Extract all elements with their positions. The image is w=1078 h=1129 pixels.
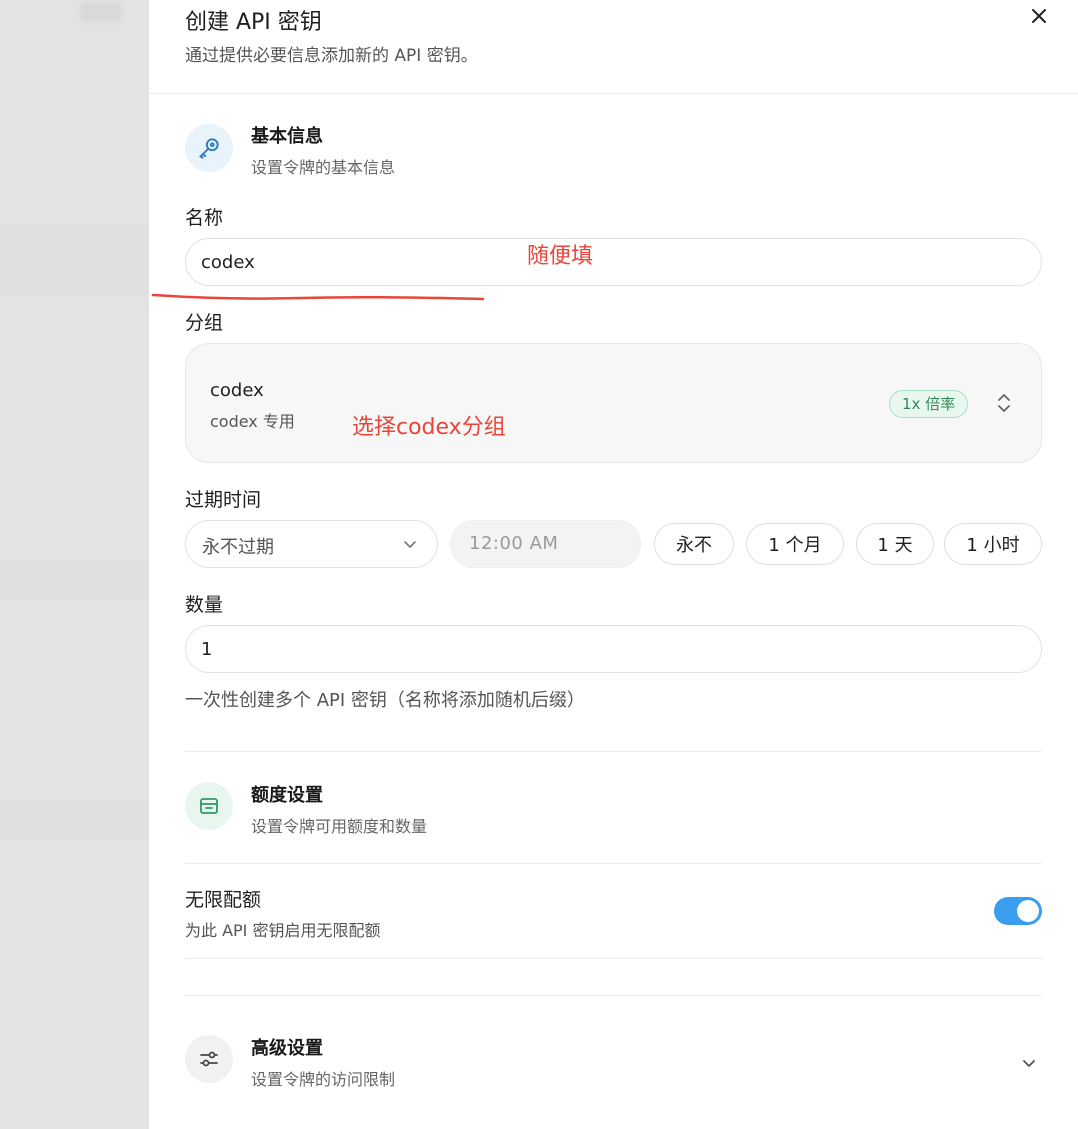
unlimited-quota-label: 无限配额 (185, 889, 262, 911)
quota-section-title: 额度设置 (251, 785, 323, 806)
unlimited-quota-desc: 为此 API 密钥启用无限配额 (185, 921, 381, 940)
group-selected-name: codex (210, 380, 264, 401)
quantity-hint: 一次性创建多个 API 密钥（名称将添加随机后缀） (185, 690, 585, 711)
section-divider (185, 863, 1042, 864)
expiry-time-field[interactable]: 12:00 AM (450, 520, 641, 568)
basic-section-icon-wrap (185, 124, 233, 172)
unlimited-quota-toggle[interactable] (994, 897, 1042, 925)
group-selected-desc: codex 专用 (210, 412, 295, 431)
expiry-select-value: 永不过期 (202, 537, 274, 558)
chevron-down-icon (404, 541, 416, 548)
quick-option-never[interactable]: 永不 (654, 523, 734, 565)
annotation-group-note: 选择codex分组 (352, 415, 506, 440)
chevron-up-down-icon (998, 394, 1010, 412)
group-select[interactable]: codex codex 专用 1x 倍率 (185, 343, 1042, 463)
basic-section-title: 基本信息 (251, 126, 323, 147)
quantity-input[interactable] (185, 625, 1042, 673)
sliders-icon (200, 1051, 218, 1067)
name-input[interactable] (185, 238, 1042, 286)
backdrop-row (0, 800, 149, 840)
close-button[interactable] (1025, 2, 1053, 30)
toggle-knob (1017, 900, 1039, 922)
quantity-label: 数量 (185, 594, 224, 616)
quota-section-icon-wrap (185, 782, 233, 830)
header-divider (149, 93, 1078, 94)
quick-option-1-month[interactable]: 1 个月 (746, 523, 844, 565)
expiry-time-value: 12:00 AM (469, 533, 559, 554)
dialog-title: 创建 API 密钥 (185, 10, 322, 35)
backdrop-row (0, 560, 149, 600)
advanced-section-subtitle: 设置令牌的访问限制 (251, 1070, 396, 1089)
group-label: 分组 (185, 312, 224, 334)
quick-option-1-day[interactable]: 1 天 (856, 523, 934, 565)
quick-option-1-hour[interactable]: 1 小时 (944, 523, 1042, 565)
rate-badge: 1x 倍率 (889, 390, 969, 418)
expiry-select[interactable]: 永不过期 (185, 520, 438, 568)
annotation-name-note: 随便填 (527, 244, 594, 269)
key-icon (199, 138, 219, 159)
wallet-icon (200, 798, 218, 814)
section-divider (185, 751, 1042, 752)
backdrop-page (0, 0, 149, 1129)
basic-section-subtitle: 设置令牌的基本信息 (251, 158, 396, 177)
close-icon (1032, 9, 1046, 23)
backdrop-row (0, 225, 149, 295)
advanced-section-title: 高级设置 (251, 1038, 323, 1059)
create-api-key-dialog: 创建 API 密钥 通过提供必要信息添加新的 API 密钥。 基本信息 设置令牌… (149, 0, 1078, 1129)
section-divider (185, 995, 1042, 996)
chevron-down-icon[interactable] (1020, 1054, 1038, 1072)
dialog-subtitle: 通过提供必要信息添加新的 API 密钥。 (185, 46, 478, 66)
expiry-label: 过期时间 (185, 489, 262, 511)
advanced-section-icon-wrap (185, 1035, 233, 1083)
name-label: 名称 (185, 207, 224, 229)
backdrop-blurred-text (80, 2, 122, 22)
section-divider (185, 958, 1042, 959)
quota-section-subtitle: 设置令牌可用额度和数量 (251, 817, 428, 836)
